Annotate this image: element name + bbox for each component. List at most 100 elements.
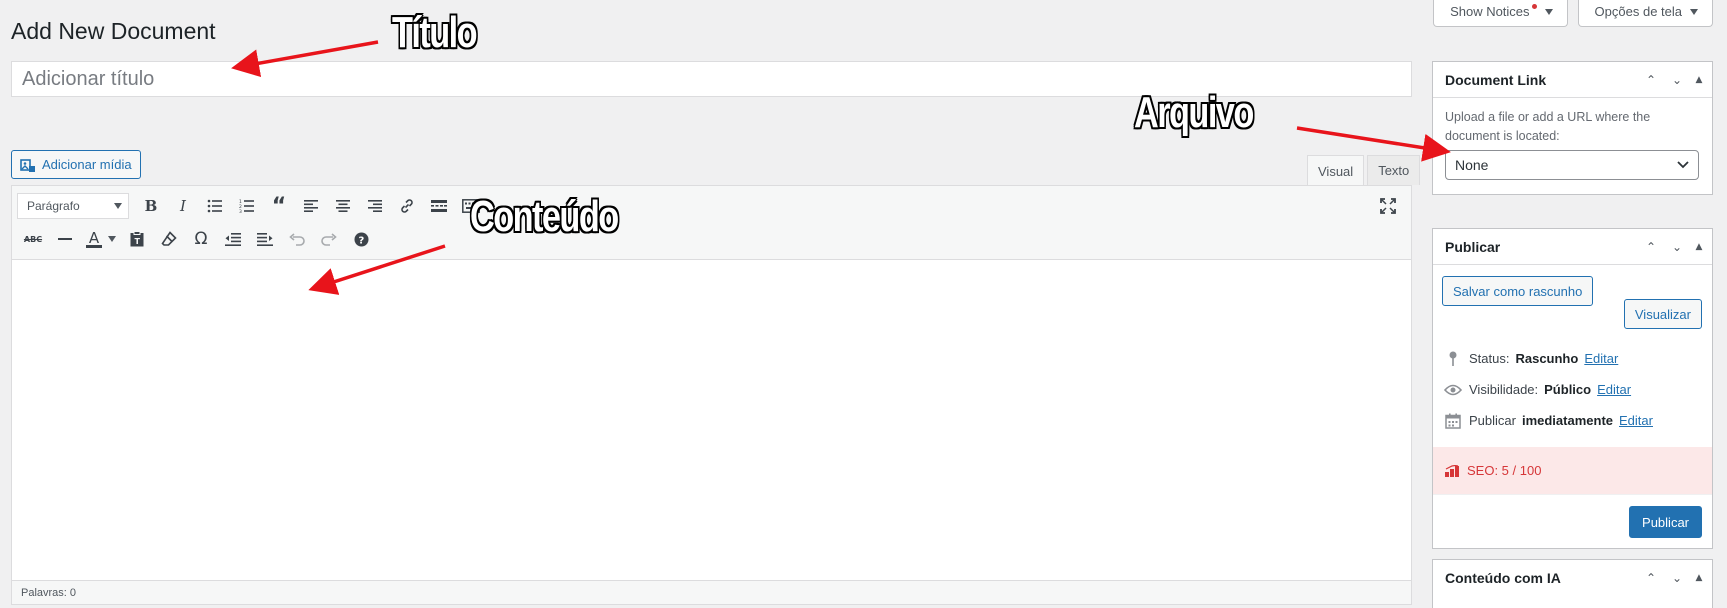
add-media-button[interactable]: Adicionar mídia — [11, 150, 141, 179]
page-title: Add New Document — [11, 18, 216, 44]
seo-score-row[interactable]: SEO: 5 / 100 — [1433, 447, 1712, 494]
svg-text:T: T — [135, 237, 141, 246]
box-controls: ⌃ ⌄ ▲ — [1638, 67, 1708, 93]
bold-button[interactable]: B — [135, 193, 167, 219]
italic-button[interactable]: I — [167, 193, 199, 219]
tab-visual[interactable]: Visual — [1307, 155, 1365, 186]
ai-content-title: Conteúdo com IA — [1445, 570, 1561, 586]
move-down-icon[interactable]: ⌄ — [1664, 565, 1690, 591]
align-center-button[interactable] — [327, 193, 359, 219]
move-up-icon[interactable]: ⌃ — [1638, 67, 1664, 93]
annotation-file: Arquivo — [1134, 88, 1254, 137]
publish-major-actions: Publicar — [1433, 494, 1712, 548]
help-icon: ? — [354, 232, 368, 246]
document-link-help: Upload a file or add a URL where the doc… — [1445, 110, 1651, 143]
clipboard-icon: T — [130, 231, 144, 247]
align-left-button[interactable] — [295, 193, 327, 219]
schedule-value: imediatamente — [1521, 413, 1614, 428]
fullscreen-icon — [1380, 198, 1396, 214]
document-file-select-value: None — [1455, 157, 1489, 173]
eye-icon — [1443, 384, 1463, 396]
edit-visibility-link[interactable]: Editar — [1597, 382, 1631, 397]
move-down-icon[interactable]: ⌄ — [1664, 67, 1690, 93]
special-character-button[interactable]: Ω — [185, 226, 217, 252]
status-row: Status: Rascunho Editar — [1433, 343, 1712, 374]
box-controls: ⌃ ⌄ ▲ — [1638, 565, 1708, 591]
bullet-list-button[interactable] — [199, 193, 231, 219]
toggle-panel-icon[interactable]: ▲ — [1690, 234, 1708, 260]
distraction-free-button[interactable] — [1377, 195, 1399, 217]
publish-button[interactable]: Publicar — [1629, 506, 1702, 538]
redo-icon — [321, 232, 337, 246]
strikethrough-button[interactable]: ABC — [17, 226, 49, 252]
edit-schedule-link[interactable]: Editar — [1619, 413, 1653, 428]
toolbar-row-2: ABC A T Ω ? — [17, 226, 377, 252]
notice-dot-icon — [1531, 4, 1537, 9]
align-center-icon — [336, 200, 350, 212]
horizontal-line-button[interactable] — [49, 226, 81, 252]
file-arrow — [1296, 126, 1451, 162]
publish-minor-actions: Salvar como rascunho Visualizar — [1433, 265, 1712, 343]
annotation-content: Conteúdo — [470, 192, 619, 241]
text-color-icon: A — [86, 230, 102, 248]
format-select[interactable]: Parágrafo — [17, 193, 129, 219]
help-button[interactable]: ? — [345, 226, 377, 252]
publish-title: Publicar — [1445, 238, 1501, 255]
save-draft-button[interactable]: Salvar como rascunho — [1442, 276, 1594, 306]
tab-text[interactable]: Texto — [1367, 155, 1421, 185]
document-link-title: Document Link — [1445, 71, 1547, 88]
status-label: Status: — [1469, 351, 1510, 366]
text-color-button[interactable]: A — [81, 226, 121, 252]
clear-formatting-button[interactable] — [153, 226, 185, 252]
blockquote-button[interactable]: “ — [263, 193, 295, 219]
document-link-box: Document Link ⌃ ⌄ ▲ Upload a file or add… — [1432, 61, 1713, 195]
box-controls: ⌃ ⌄ ▲ — [1638, 234, 1708, 260]
read-more-button[interactable] — [423, 193, 455, 219]
paste-as-text-button[interactable]: T — [121, 226, 153, 252]
toggle-panel-icon[interactable]: ▲ — [1690, 67, 1708, 93]
visibility-value: Público — [1544, 382, 1592, 397]
ai-content-box: Conteúdo com IA ⌃ ⌄ ▲ — [1432, 559, 1713, 608]
edit-status-link[interactable]: Editar — [1584, 351, 1618, 366]
preview-button[interactable]: Visualizar — [1623, 299, 1702, 329]
screen-options-button[interactable]: Opções de tela — [1577, 0, 1713, 27]
toolbar-row-1: Parágrafo B I 123 “ — [17, 193, 487, 219]
numbered-list-button[interactable]: 123 — [231, 193, 263, 219]
editor-content-area[interactable] — [12, 260, 1411, 560]
move-up-icon[interactable]: ⌃ — [1638, 565, 1664, 591]
document-link-body: Upload a file or add a URL where the doc… — [1433, 98, 1712, 194]
bullet-list-icon — [207, 199, 222, 213]
editor: Parágrafo B I 123 “ ABC A T Ω ? Palavras… — [11, 185, 1412, 605]
redo-button[interactable] — [313, 226, 345, 252]
indent-button[interactable] — [249, 226, 281, 252]
screen-meta-tabs: Show Notices Opções de tela — [1433, 0, 1713, 27]
move-down-icon[interactable]: ⌄ — [1664, 234, 1690, 260]
pin-icon — [1443, 351, 1463, 367]
format-select-value: Parágrafo — [27, 199, 80, 213]
document-file-select[interactable]: None — [1445, 150, 1699, 180]
numbered-list-icon: 123 — [239, 199, 254, 213]
read-more-icon — [431, 200, 447, 212]
undo-button[interactable] — [281, 226, 313, 252]
add-media-icon — [20, 158, 35, 172]
screen-options-label: Opções de tela — [1594, 4, 1682, 19]
align-left-icon — [304, 200, 318, 212]
word-count: Palavras: 0 — [21, 586, 77, 599]
add-media-label: Adicionar mídia — [42, 157, 132, 172]
align-right-button[interactable] — [359, 193, 391, 219]
chevron-down-icon — [1677, 161, 1689, 169]
toggle-panel-icon[interactable]: ▲ — [1690, 565, 1708, 591]
show-notices-button[interactable]: Show Notices — [1433, 0, 1568, 27]
outdent-button[interactable] — [217, 226, 249, 252]
caret-down-icon — [108, 236, 116, 242]
visibility-label: Visibilidade: — [1469, 382, 1539, 397]
caret-down-icon — [1690, 8, 1698, 15]
publish-header: Publicar ⌃ ⌄ ▲ — [1433, 229, 1712, 265]
move-up-icon[interactable]: ⌃ — [1638, 234, 1664, 260]
insert-link-button[interactable] — [391, 193, 423, 219]
status-value: Rascunho — [1515, 351, 1579, 366]
schedule-row: Publicar imediatamente Editar — [1433, 405, 1712, 436]
editor-toolbar: Parágrafo B I 123 “ ABC A T Ω ? — [12, 186, 1411, 260]
align-right-icon — [368, 200, 382, 212]
ai-content-header: Conteúdo com IA ⌃ ⌄ ▲ — [1433, 560, 1712, 596]
